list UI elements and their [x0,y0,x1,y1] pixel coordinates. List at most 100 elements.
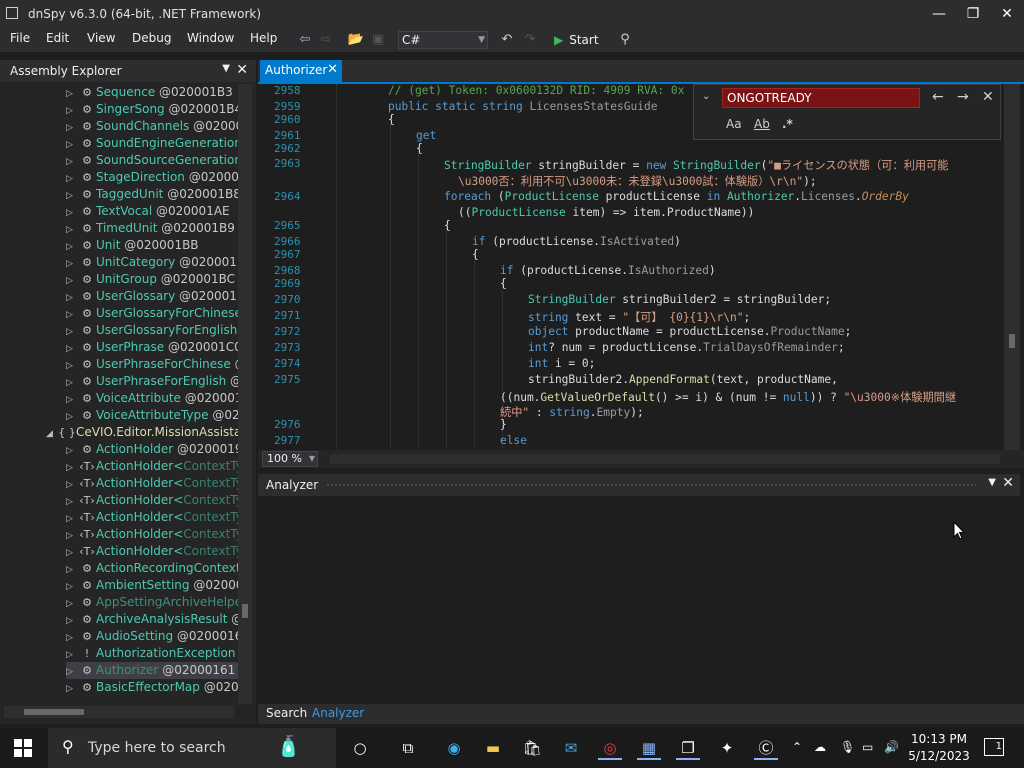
tree-node[interactable]: ▷ ⚙ AppSettingArchiveHelper [66,594,238,611]
chevron-down-icon[interactable]: ▼ [988,477,996,488]
close-icon[interactable]: ✕ [982,89,994,105]
language-select[interactable]: C# ▼ [398,31,488,49]
tree-node[interactable]: ▷ ⚙ TimedUnit @020001B9 [66,220,235,237]
find-input[interactable]: ONGOTREADY [722,88,920,108]
tree-node[interactable]: ▷⚙SoundEngineGeneration @ [66,135,238,152]
tree-node[interactable]: ▷⚙UserPhraseForChinese @0 [66,356,238,373]
tree-node[interactable]: ▷⚙VoiceAttributeType @0200 [66,407,238,424]
redo-icon[interactable]: ↷ [521,31,539,49]
match-case-icon[interactable]: Aa [726,117,742,131]
zoom-select[interactable]: 100 % ▼ [262,451,318,467]
tree-node[interactable]: ▷⚙SoundChannels @020001E [66,118,238,135]
undo-icon[interactable]: ↶ [498,31,516,49]
store-icon[interactable]: 🛍 [520,736,544,760]
class-icon: ⚙ [82,324,92,337]
close-icon[interactable]: ✕ [1002,475,1014,491]
menu-window[interactable]: Window [187,31,234,45]
tree-node[interactable]: ▷‹T›ActionHolder<ContextTyp [66,543,238,560]
tree-node[interactable]: ▷⚙ArchiveAnalysisResult @0 [66,611,238,628]
search-icon[interactable]: ⚲ [616,31,634,49]
chevron-down-icon[interactable]: ⌄ [702,91,710,102]
code-line: if (productLicense.IsAuthorized) [500,264,716,277]
tree-node[interactable]: ▷⚙UnitCategory @020001BA [66,254,238,271]
tree-node[interactable]: ▷⚙StageDirection @020001B7 [66,169,238,186]
tree-node[interactable]: ▷ ⚙ ActionRecordingContext [66,560,238,577]
windows-start-icon[interactable] [14,739,32,757]
tree-node[interactable]: ▷‹T›ActionHolder<ContextTyp [66,475,238,492]
close-tab-icon[interactable]: ✕ [327,62,338,77]
cortana-icon[interactable]: ○ [348,736,372,760]
namespace-node[interactable]: ◢ { }CeVIO.Editor.MissionAssistan [46,424,238,441]
tree-node[interactable]: ▷⚙AmbientSetting @0200016 [66,577,238,594]
volume-icon[interactable]: 🔊 [884,740,899,754]
app-icon[interactable]: ✦ [715,736,739,760]
network-icon[interactable]: ▭ [862,740,873,754]
menu-debug[interactable]: Debug [132,31,171,45]
tab-analyzer[interactable]: Analyzer [312,706,364,720]
panel-grip[interactable] [326,483,976,487]
tree-node-name: AppSettingArchiveHelper [96,595,238,609]
tree-node[interactable]: ▷ ⚙ UserPhrase @020001C0 [66,339,238,356]
tree-node[interactable]: ▷⚙ActionHolder @02000192 [66,441,238,458]
tree-node[interactable]: ▷‹T›ActionHolder<ContextTyp [66,526,238,543]
tree-node[interactable]: ▷ ⚙ TaggedUnit @020001B8 [66,186,238,203]
menu-help[interactable]: Help [250,31,277,45]
dnspy-icon[interactable]: ❐ [676,736,700,760]
menu-edit[interactable]: Edit [46,31,69,45]
tree-node[interactable]: ▷⚙UserGlossaryForChinese @ [66,305,238,322]
tree-node[interactable]: ▷ ⚙ BasicEffectorMap @02000 [66,679,238,696]
chevron-down-icon[interactable]: ▼ [222,63,230,74]
chrome-icon[interactable]: ◎ [598,736,622,760]
maximize-button[interactable]: ❐ [960,4,986,24]
find-previous-icon[interactable]: ← [932,89,944,105]
tree-horizontal-scrollbar[interactable] [4,706,234,718]
task-view-icon[interactable]: ⧉ [396,736,420,760]
tree-node[interactable]: ▷‹T›ActionHolder<ContextTyp [66,458,238,475]
tree-node[interactable]: ▷‹T›ActionHolder<ContextTyp [66,492,238,509]
menu-view[interactable]: View [87,31,115,45]
tree-node[interactable]: ▷⚙UserPhraseForEnglish @0 [66,373,238,390]
find-next-icon[interactable]: → [957,89,969,105]
tree-node[interactable]: ▷ ⚙ Authorizer @02000161 [66,662,238,679]
forward-icon[interactable]: ⇨ [317,31,335,49]
mail-icon[interactable]: ✉ [559,736,583,760]
whole-word-icon[interactable]: Ab [754,117,770,131]
tree-node[interactable]: ▷ ⚙ SingerSong @020001B4 [66,101,238,118]
app-c-icon[interactable]: Ⓒ [754,736,778,760]
save-icon[interactable]: ▣ [369,31,387,49]
close-icon[interactable]: ✕ [236,62,248,78]
start-button[interactable]: ▶ Start [554,31,599,49]
tab-search[interactable]: Search [266,706,307,720]
tree-node[interactable]: ▷ ⚙ TextVocal @020001AE [66,203,230,220]
tree-node[interactable]: ▷⚙AudioSetting @0200016E [66,628,238,645]
chevron-up-icon[interactable]: ⌃ [792,740,802,754]
tree-node[interactable]: ▷⚙UserGlossaryForEnglish @ [66,322,238,339]
class-icon: ⚙ [82,681,92,694]
tree-node[interactable]: ▷‹T›ActionHolder<ContextTyp [66,509,238,526]
open-folder-icon[interactable]: 📂 [347,31,365,49]
tree-node[interactable]: ▷ ⚙ Sequence @020001B3 [66,84,233,101]
minimize-button[interactable]: — [926,4,952,24]
tree-vertical-scrollbar[interactable] [238,84,252,704]
close-window-button[interactable]: ✕ [994,4,1020,24]
tree-node[interactable]: ▷⚙VoiceAttribute @020001C4 [66,390,238,407]
file-explorer-icon[interactable]: ▬ [481,736,505,760]
tree-node[interactable]: ▷⚙UserGlossary @020001BD [66,288,238,305]
tab-authorizer[interactable]: Authorizer ✕ [260,60,342,82]
cloud-icon[interactable]: ☁ [814,740,826,754]
edge-icon[interactable]: ◉ [442,736,466,760]
back-icon[interactable]: ⇦ [296,31,314,49]
menu-file[interactable]: File [10,31,30,45]
tree-node[interactable]: ▷!AuthorizationException @ [66,645,238,662]
editor-vertical-scrollbar[interactable] [1004,84,1020,450]
clock[interactable]: 10:13 PM 5/12/2023 [906,731,972,765]
remote-desktop-icon[interactable]: ▦ [637,736,661,760]
editor-horizontal-scrollbar[interactable] [330,454,1000,464]
taskbar-search[interactable]: ⚲ Type here to search 🧴 [48,728,336,768]
microphone-icon[interactable]: 🎙 [840,740,855,754]
tree-node[interactable]: ▷⚙SoundSourceGeneration @ [66,152,238,169]
tree-node[interactable]: ▷ ⚙ Unit @020001BB [66,237,199,254]
notification-icon[interactable]: 1 [984,738,1004,756]
regex-icon[interactable]: .* [782,117,793,131]
tree-node[interactable]: ▷ ⚙ UnitGroup @020001BC [66,271,235,288]
